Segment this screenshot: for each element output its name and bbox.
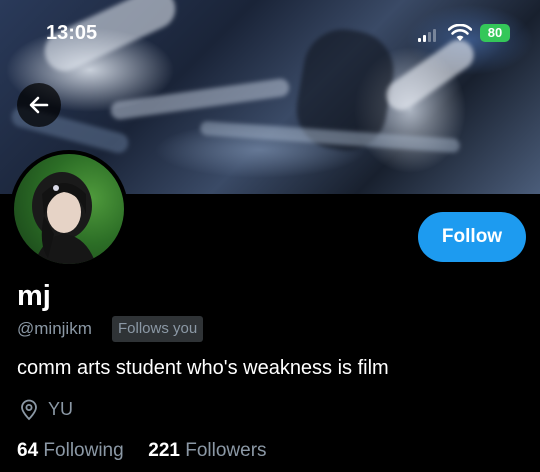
wifi-icon [448, 24, 472, 41]
status-time: 13:05 [46, 22, 98, 44]
back-button[interactable] [17, 83, 61, 127]
follow-button[interactable]: Follow [418, 212, 526, 262]
profile-bio: comm arts student who's weakness is film [17, 357, 389, 379]
following-label: Following [43, 440, 124, 461]
profile-location: YU [48, 399, 74, 419]
cellular-signal-icon [418, 28, 436, 42]
followers-count: 221 [148, 440, 180, 461]
follows-you-badge: Follows you [112, 316, 204, 342]
followers-label: Followers [185, 440, 267, 461]
battery-indicator: 80 [480, 24, 510, 42]
avatar[interactable] [10, 150, 128, 268]
username-handle: @minjikm [17, 319, 92, 338]
map-pin-icon [21, 399, 37, 421]
following-link[interactable]: 64 Following [17, 440, 129, 461]
followers-link[interactable]: 221 Followers [148, 440, 266, 461]
avatar-photo [14, 154, 124, 264]
status-bar: 13:05 80 [0, 0, 540, 60]
display-name: mj [17, 280, 51, 312]
follow-stats: 64 Following 221 Followers [17, 440, 267, 462]
following-count: 64 [17, 440, 39, 461]
arrow-left-icon [29, 96, 49, 114]
